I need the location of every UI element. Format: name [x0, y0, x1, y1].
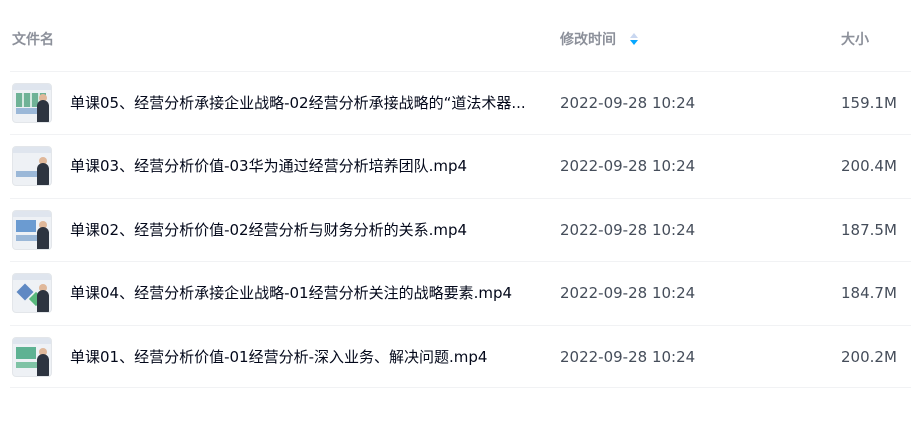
column-header-modified-label: 修改时间: [560, 32, 616, 48]
file-size: 184.7M: [841, 284, 897, 302]
file-row[interactable]: 单课05、经营分析承接企业战略-02经营分析承接战略的“道法术器... 2022…: [10, 71, 911, 134]
column-header-name-label: 文件名: [12, 32, 54, 48]
file-modified-time: 2022-09-28 10:24: [560, 348, 696, 366]
file-name[interactable]: 单课01、经营分析价值-01经营分析-深入业务、解决问题.mp4: [70, 348, 530, 366]
file-name[interactable]: 单课04、经营分析承接企业战略-01经营分析关注的战略要素.mp4: [70, 284, 530, 302]
column-header-name[interactable]: 文件名: [12, 31, 54, 49]
file-size: 187.5M: [841, 221, 897, 239]
file-row[interactable]: 单课01、经营分析价值-01经营分析-深入业务、解决问题.mp4 2022-09…: [10, 325, 911, 388]
file-name[interactable]: 单课03、经营分析价值-03华为通过经营分析培养团队.mp4: [70, 157, 530, 175]
file-row[interactable]: 单课03、经营分析价值-03华为通过经营分析培养团队.mp4 2022-09-2…: [10, 134, 911, 197]
file-modified-time: 2022-09-28 10:24: [560, 221, 696, 239]
video-thumbnail-icon: [12, 273, 52, 313]
file-size: 200.4M: [841, 157, 897, 175]
video-thumbnail-icon: [12, 210, 52, 250]
column-header-size[interactable]: 大小: [841, 31, 869, 49]
file-modified-time: 2022-09-28 10:24: [560, 157, 696, 175]
file-modified-time: 2022-09-28 10:24: [560, 284, 696, 302]
sort-desc-icon[interactable]: [630, 33, 638, 47]
file-size: 159.1M: [841, 94, 897, 112]
video-thumbnail-icon: [12, 337, 52, 377]
video-thumbnail-icon: [12, 83, 52, 123]
column-header-size-label: 大小: [841, 32, 869, 48]
file-row[interactable]: 单课04、经营分析承接企业战略-01经营分析关注的战略要素.mp4 2022-0…: [10, 261, 911, 324]
file-row[interactable]: 单课02、经营分析价值-02经营分析与财务分析的关系.mp4 2022-09-2…: [10, 198, 911, 261]
column-header-modified[interactable]: 修改时间: [560, 31, 638, 49]
file-modified-time: 2022-09-28 10:24: [560, 94, 696, 112]
video-thumbnail-icon: [12, 146, 52, 186]
file-name[interactable]: 单课05、经营分析承接企业战略-02经营分析承接战略的“道法术器...: [70, 94, 530, 112]
file-list-header: 文件名 修改时间 大小: [0, 0, 911, 72]
file-size: 200.2M: [841, 348, 897, 366]
file-name[interactable]: 单课02、经营分析价值-02经营分析与财务分析的关系.mp4: [70, 221, 530, 239]
